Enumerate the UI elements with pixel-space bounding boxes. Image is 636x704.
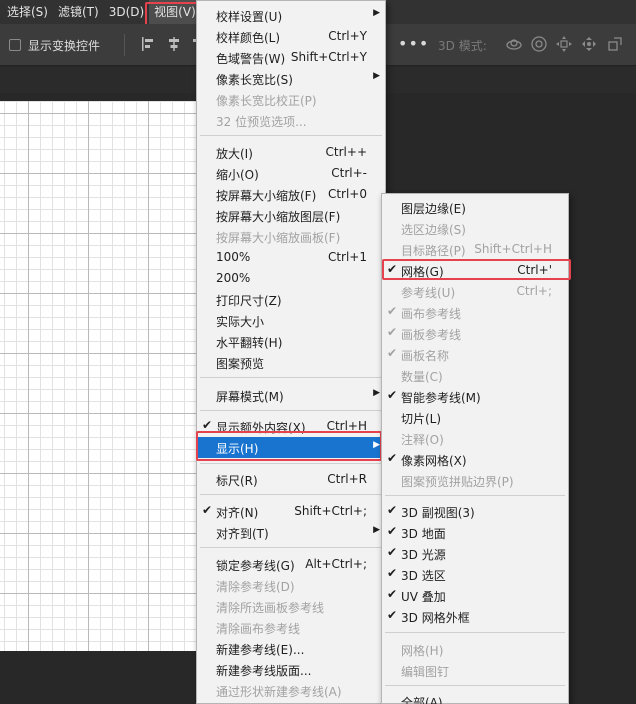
menu-item-proof-colors[interactable]: 校样颜色(L) Ctrl+Y bbox=[197, 26, 385, 47]
check-icon: ✔ bbox=[387, 325, 398, 339]
canvas-grid[interactable] bbox=[0, 101, 196, 651]
menu-item-fit-artboard[interactable]: 按屏幕大小缩放画板(F) bbox=[197, 226, 385, 247]
3d-roll-icon[interactable] bbox=[530, 35, 548, 53]
menu-item-target-path[interactable]: 目标路径(P) Shift+Ctrl+H bbox=[382, 239, 568, 260]
show-transform-checkbox[interactable] bbox=[9, 39, 21, 51]
menu-separator bbox=[200, 410, 382, 411]
check-icon: ✔ bbox=[202, 418, 213, 432]
menu-item-count[interactable]: 数量(C) bbox=[382, 365, 568, 386]
options-divider bbox=[124, 34, 125, 56]
menu-item-show[interactable]: 显示(H) ▶ bbox=[197, 437, 385, 458]
check-icon: ✔ bbox=[387, 587, 398, 601]
menu-item-layer-edges[interactable]: 图层边缘(E) bbox=[382, 197, 568, 218]
menu-item-smart-guides[interactable]: ✔ 智能参考线(M) bbox=[382, 386, 568, 407]
more-options-icon[interactable]: ••• bbox=[398, 34, 429, 53]
submenu-arrow-icon: ▶ bbox=[373, 388, 380, 398]
3d-mode-label: 3D 模式: bbox=[438, 39, 487, 53]
check-icon: ✔ bbox=[202, 503, 213, 517]
menu-item-edit-pins[interactable]: 编辑图钉 bbox=[382, 660, 568, 681]
menu-item-artboard-names[interactable]: ✔ 画板名称 bbox=[382, 344, 568, 365]
check-icon: ✔ bbox=[387, 566, 398, 580]
submenu-arrow-icon: ▶ bbox=[373, 71, 380, 81]
menu-item-selection-edges[interactable]: 选区边缘(S) bbox=[382, 218, 568, 239]
menu-item-show-all[interactable]: 全部(A) bbox=[382, 691, 568, 704]
check-icon: ✔ bbox=[387, 545, 398, 559]
show-submenu: 图层边缘(E) 选区边缘(S) 目标路径(P) Shift+Ctrl+H ✔ 网格… bbox=[381, 193, 569, 704]
menu-item-artboard-guides[interactable]: ✔ 画板参考线 bbox=[382, 323, 568, 344]
menu-separator bbox=[385, 495, 565, 496]
menu-item-clear-canvas-guides[interactable]: 清除画布参考线 bbox=[197, 617, 385, 638]
3d-slide-icon[interactable] bbox=[580, 35, 598, 53]
menu-item-3d-secondary-view[interactable]: ✔ 3D 副视图(3) bbox=[382, 501, 568, 522]
menu-item-3d-lights[interactable]: ✔ 3D 光源 bbox=[382, 543, 568, 564]
menu-item-new-guide[interactable]: 新建参考线(E)... bbox=[197, 638, 385, 659]
menu-item-snap-to[interactable]: 对齐到(T) ▶ bbox=[197, 522, 385, 543]
menu-select[interactable]: 选择(S) bbox=[0, 0, 53, 24]
align-left-icon[interactable] bbox=[140, 36, 156, 52]
submenu-arrow-icon: ▶ bbox=[373, 440, 380, 450]
menu-item-100[interactable]: 100% Ctrl+1 bbox=[197, 247, 385, 268]
check-icon: ✔ bbox=[387, 503, 398, 517]
menu-item-lock-guides[interactable]: 锁定参考线(G) Alt+Ctrl+; bbox=[197, 554, 385, 575]
menu-item-new-guides-from-shape[interactable]: 通过形状新建参考线(A) bbox=[197, 680, 385, 701]
check-icon: ✔ bbox=[387, 608, 398, 622]
menu-item-new-guide-layout[interactable]: 新建参考线版面... bbox=[197, 659, 385, 680]
menu-item-rulers[interactable]: 标尺(R) Ctrl+R bbox=[197, 469, 385, 490]
menu-separator bbox=[200, 547, 382, 548]
menu-separator bbox=[385, 685, 565, 686]
menu-filter[interactable]: 滤镜(T) bbox=[53, 0, 104, 24]
menu-item-clear-guides[interactable]: 清除参考线(D) bbox=[197, 575, 385, 596]
menu-item-actual-size[interactable]: 实际大小 bbox=[197, 310, 385, 331]
menu-item-notes[interactable]: 注释(O) bbox=[382, 428, 568, 449]
menu-3d[interactable]: 3D(D) bbox=[104, 0, 149, 24]
menu-item-guides[interactable]: 参考线(U) Ctrl+; bbox=[382, 281, 568, 302]
menu-item-3d-ground[interactable]: ✔ 3D 地面 bbox=[382, 522, 568, 543]
align-center-icon[interactable] bbox=[166, 36, 182, 52]
menu-separator bbox=[200, 377, 382, 378]
check-icon: ✔ bbox=[387, 304, 398, 318]
menu-item-canvas-guides[interactable]: ✔ 画布参考线 bbox=[382, 302, 568, 323]
menu-item-fit-layers[interactable]: 按屏幕大小缩放图层(F) bbox=[197, 205, 385, 226]
menu-item-mesh[interactable]: 网格(H) bbox=[382, 639, 568, 660]
menu-item-pattern-tile-bounds[interactable]: 图案预览拼贴边界(P) bbox=[382, 470, 568, 491]
view-menu: 校样设置(U) ▶ 校样颜色(L) Ctrl+Y 色域警告(W) Shift+Ctrl… bbox=[196, 0, 386, 704]
3d-pan-icon[interactable] bbox=[555, 35, 573, 53]
menu-item-extras[interactable]: ✔ 显示额外内容(X) Ctrl+H bbox=[197, 416, 385, 437]
menu-item-3d-selection[interactable]: ✔ 3D 选区 bbox=[382, 564, 568, 585]
3d-scale-icon[interactable] bbox=[606, 35, 624, 53]
menu-item-proof-setup[interactable]: 校样设置(U) ▶ bbox=[197, 5, 385, 26]
menu-separator bbox=[200, 494, 382, 495]
check-icon: ✔ bbox=[387, 451, 398, 465]
check-icon: ✔ bbox=[387, 262, 398, 276]
menu-item-snap[interactable]: ✔ 对齐(N) Shift+Ctrl+; bbox=[197, 501, 385, 522]
menu-item-pattern-preview[interactable]: 图案预览 bbox=[197, 352, 385, 373]
menu-item-3d-mesh-bounds[interactable]: ✔ 3D 网格外框 bbox=[382, 606, 568, 627]
submenu-arrow-icon: ▶ bbox=[373, 525, 380, 535]
menu-item-screen-mode[interactable]: 屏幕模式(M) ▶ bbox=[197, 385, 385, 406]
check-icon: ✔ bbox=[387, 346, 398, 360]
menu-item-200[interactable]: 200% bbox=[197, 268, 385, 289]
menu-item-32bit-preview[interactable]: 32 位预览选项... bbox=[197, 110, 385, 131]
menu-item-fit-screen[interactable]: 按屏幕大小缩放(F) Ctrl+0 bbox=[197, 184, 385, 205]
menu-item-grid[interactable]: ✔ 网格(G) Ctrl+' bbox=[382, 260, 568, 281]
menu-item-pixel-aspect-correction[interactable]: 像素长宽比校正(P) bbox=[197, 89, 385, 110]
menu-item-print-size[interactable]: 打印尺寸(Z) bbox=[197, 289, 385, 310]
menu-item-pixel-grid[interactable]: ✔ 像素网格(X) bbox=[382, 449, 568, 470]
menu-item-flip-horizontal[interactable]: 水平翻转(H) bbox=[197, 331, 385, 352]
menu-separator bbox=[200, 135, 382, 136]
menu-item-uv-overlay[interactable]: ✔ UV 叠加 bbox=[382, 585, 568, 606]
menu-separator bbox=[200, 463, 382, 464]
menu-item-clear-artboard-guides[interactable]: 清除所选画板参考线 bbox=[197, 596, 385, 617]
check-icon: ✔ bbox=[387, 524, 398, 538]
show-transform-label: 显示变换控件 bbox=[28, 39, 101, 53]
3d-orbit-icon[interactable] bbox=[505, 35, 523, 53]
menu-item-zoom-in[interactable]: 放大(I) Ctrl++ bbox=[197, 142, 385, 163]
menu-item-zoom-out[interactable]: 缩小(O) Ctrl+- bbox=[197, 163, 385, 184]
menu-item-slices[interactable]: 切片(L) bbox=[382, 407, 568, 428]
submenu-arrow-icon: ▶ bbox=[373, 8, 380, 18]
check-icon: ✔ bbox=[387, 388, 398, 402]
menu-item-gamut-warning[interactable]: 色域警告(W) Shift+Ctrl+Y bbox=[197, 47, 385, 68]
menu-separator bbox=[385, 632, 565, 633]
menu-item-pixel-aspect-ratio[interactable]: 像素长宽比(S) ▶ bbox=[197, 68, 385, 89]
